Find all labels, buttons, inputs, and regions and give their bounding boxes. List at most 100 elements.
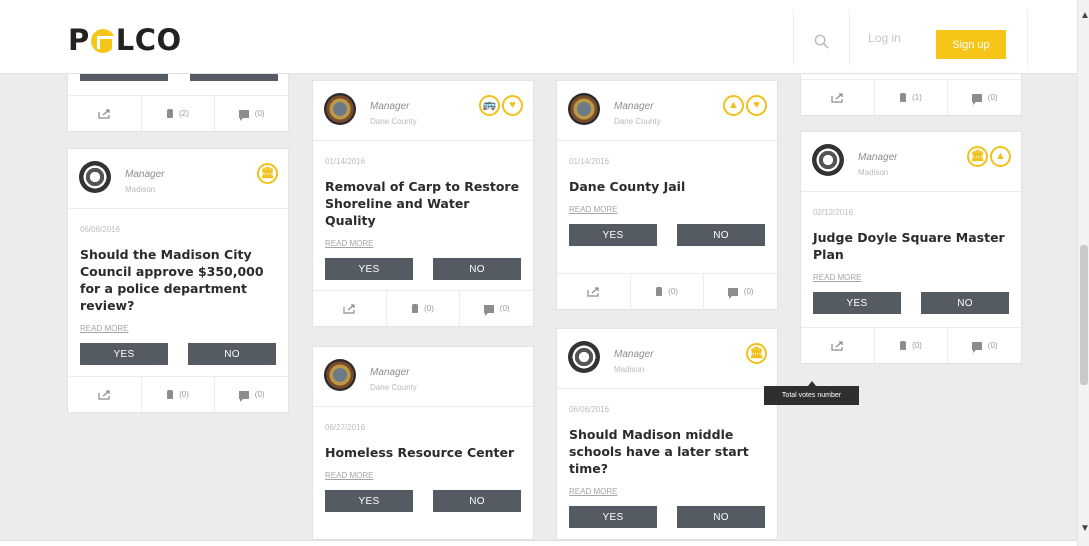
hand-icon xyxy=(167,390,174,399)
poll-card[interactable]: Manager Dane County 🚌 ♥ 01/14/2016 Remov… xyxy=(312,80,534,327)
share-button[interactable] xyxy=(801,328,874,363)
votes-count[interactable]: (0) xyxy=(385,291,460,326)
author-place: Madison xyxy=(125,185,156,194)
poll-card[interactable]: Manager Dane County 06/27/2016 Homeless … xyxy=(312,346,534,540)
poll-title[interactable]: Homeless Resource Center xyxy=(325,444,521,461)
scrollbar-thumb[interactable] xyxy=(1080,245,1088,385)
login-link[interactable]: Log in xyxy=(849,10,919,66)
comments-count[interactable]: (0) xyxy=(703,274,777,309)
comments-count-value: (0) xyxy=(743,287,754,296)
yes-button[interactable]: YES xyxy=(813,292,901,314)
poll-title[interactable]: Should Madison middle schools have a lat… xyxy=(569,426,765,477)
author-place: Madison xyxy=(614,365,645,374)
category-badges: ▲ ♥ xyxy=(723,95,767,116)
votes-count[interactable]: (0) xyxy=(629,274,704,309)
search-button[interactable] xyxy=(793,10,849,66)
share-icon xyxy=(831,92,843,103)
share-button[interactable] xyxy=(801,80,874,115)
read-more-link[interactable]: READ MORE xyxy=(569,205,765,214)
comments-count[interactable]: (0) xyxy=(947,328,1021,363)
comment-icon xyxy=(238,109,249,121)
votes-count-value: (0) xyxy=(424,304,434,313)
share-button[interactable] xyxy=(313,291,386,326)
comments-count-value: (0) xyxy=(254,109,265,118)
comment-icon xyxy=(483,304,494,316)
read-more-link[interactable]: READ MORE xyxy=(813,273,1009,282)
no-button[interactable]: NO xyxy=(433,490,521,512)
comments-count[interactable]: (0) xyxy=(947,80,1021,115)
read-more-link[interactable]: READ MORE xyxy=(325,471,521,480)
poll-date: 01/14/2016 xyxy=(325,157,366,166)
scroll-down-arrow-icon[interactable]: ▼ xyxy=(1080,523,1089,534)
card-header: Manager Madison 🏛 xyxy=(68,149,288,209)
no-button[interactable]: NO xyxy=(921,292,1009,314)
hand-icon xyxy=(900,341,907,350)
health-icon: ♥ xyxy=(746,95,767,116)
dane-county-seal-logo xyxy=(324,359,356,391)
votes-count-value: (0) xyxy=(912,341,922,350)
poll-title[interactable]: Removal of Carp to Restore Shoreline and… xyxy=(325,178,521,229)
yes-button[interactable]: YES xyxy=(325,258,413,280)
poll-title[interactable]: Should the Madison City Council approve … xyxy=(80,246,276,314)
poll-card[interactable]: Manager Madison 🏛 06/06/2016 Should the … xyxy=(67,148,289,413)
hand-icon xyxy=(656,287,663,296)
poll-date: 06/27/2016 xyxy=(325,423,366,432)
share-button[interactable] xyxy=(68,96,141,131)
signup-button[interactable]: Sign up xyxy=(936,30,1006,59)
polco-logo[interactable]: P LCO xyxy=(68,26,182,55)
comment-icon xyxy=(971,93,982,105)
card-footer: (0) (0) xyxy=(68,376,288,412)
poll-title[interactable]: Judge Doyle Square Master Plan xyxy=(813,229,1009,263)
votes-count-value: (0) xyxy=(179,390,189,399)
login-label: Log in xyxy=(868,31,901,45)
card-header: Manager Dane County 🚌 ♥ xyxy=(313,81,533,141)
poll-card[interactable]: Manager Madison 🏛 06/06/2016 Should Madi… xyxy=(556,328,778,540)
comments-count[interactable]: (0) xyxy=(214,96,288,131)
madison-seal-logo xyxy=(79,161,111,193)
share-button[interactable] xyxy=(68,377,141,412)
no-button[interactable]: NO xyxy=(677,224,765,246)
votes-count[interactable]: (2) xyxy=(140,96,215,131)
comments-count[interactable]: (0) xyxy=(459,291,533,326)
comments-count[interactable]: (0) xyxy=(214,377,288,412)
read-more-link[interactable]: READ MORE xyxy=(325,239,521,248)
no-button-partial[interactable] xyxy=(190,73,278,81)
votes-count[interactable]: (0) xyxy=(873,328,948,363)
scroll-up-arrow-icon[interactable]: ▲ xyxy=(1080,10,1089,21)
madison-seal-logo xyxy=(812,144,844,176)
share-button[interactable] xyxy=(557,274,630,309)
yes-button[interactable]: YES xyxy=(569,224,657,246)
yes-button[interactable]: YES xyxy=(569,506,657,528)
card-footer: (0) (0) xyxy=(557,273,777,309)
card-body: 06/06/2016 Should Madison middle schools… xyxy=(557,389,777,528)
poll-date: 02/12/2016 xyxy=(813,208,854,217)
vertical-scrollbar[interactable]: ▲ ▼ xyxy=(1077,0,1089,546)
government-building-icon: 🏛 xyxy=(967,146,988,167)
votes-count[interactable]: (0) xyxy=(140,377,215,412)
votes-tooltip: Total votes number xyxy=(764,381,859,405)
read-more-link[interactable]: READ MORE xyxy=(569,487,765,496)
poll-card[interactable]: Manager Dane County ▲ ♥ 01/14/2016 Dane … xyxy=(556,80,778,310)
card-header: Manager Dane County ▲ ♥ xyxy=(557,81,777,141)
comment-icon xyxy=(727,287,738,299)
browser-status-bar xyxy=(0,540,1077,546)
public-safety-icon: ▲ xyxy=(990,146,1011,167)
share-icon xyxy=(587,286,599,297)
yes-button-partial[interactable] xyxy=(80,73,168,81)
card-footer: (1) (0) xyxy=(801,79,1021,115)
author-role: Manager xyxy=(614,349,654,360)
no-button[interactable]: NO xyxy=(677,506,765,528)
hand-icon xyxy=(412,304,419,313)
no-button[interactable]: NO xyxy=(433,258,521,280)
poll-title[interactable]: Dane County Jail xyxy=(569,178,765,195)
yes-button[interactable]: YES xyxy=(80,343,168,365)
poll-date: 06/06/2016 xyxy=(569,405,610,414)
comments-count-value: (0) xyxy=(987,341,998,350)
poll-date: 06/06/2016 xyxy=(80,225,121,234)
card-footer: (0) (0) xyxy=(313,290,533,326)
poll-card[interactable]: Manager Madison 🏛 ▲ 02/12/2016 Judge Doy… xyxy=(800,131,1022,364)
no-button[interactable]: NO xyxy=(188,343,276,365)
votes-count[interactable]: (1) xyxy=(873,80,948,115)
read-more-link[interactable]: READ MORE xyxy=(80,324,276,333)
yes-button[interactable]: YES xyxy=(325,490,413,512)
